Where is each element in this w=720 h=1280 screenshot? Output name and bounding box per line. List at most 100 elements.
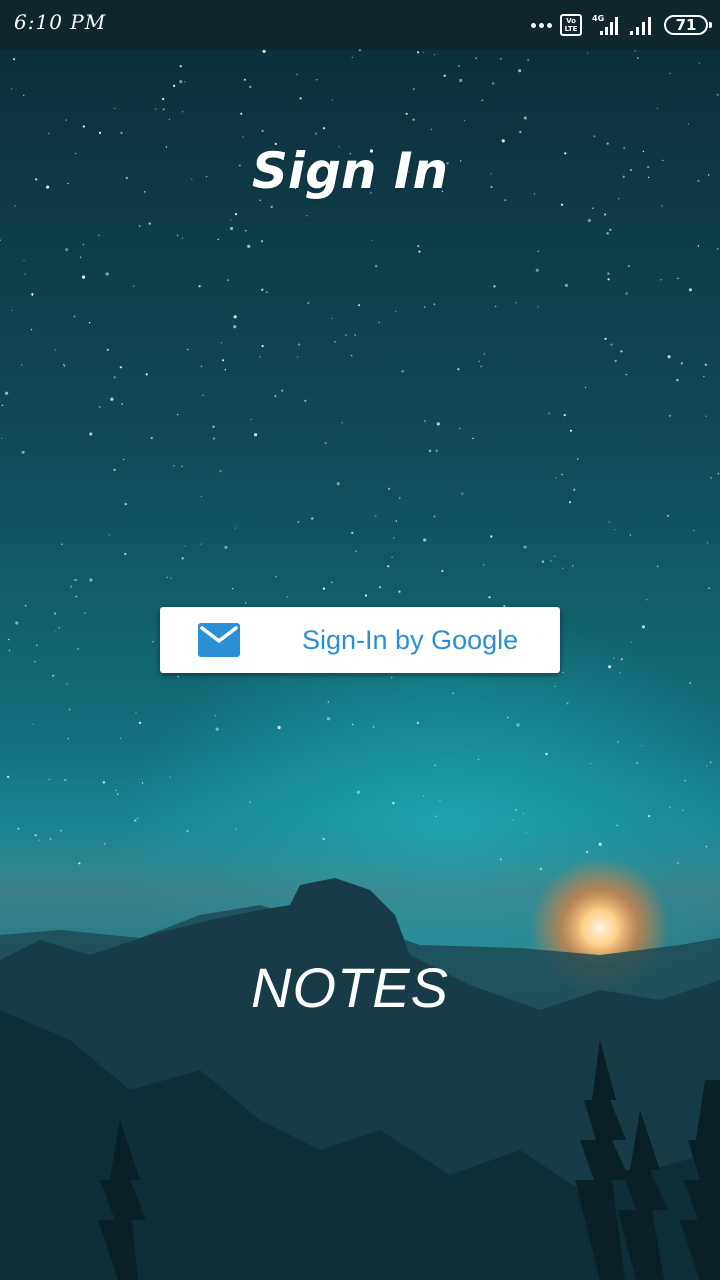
star xyxy=(434,764,436,766)
star xyxy=(235,828,237,830)
star xyxy=(77,648,79,650)
star xyxy=(669,72,671,75)
star xyxy=(229,226,234,231)
star xyxy=(117,793,119,795)
star xyxy=(493,285,496,288)
star xyxy=(371,239,373,242)
star xyxy=(152,641,154,643)
star xyxy=(119,366,122,369)
star xyxy=(430,128,433,131)
star xyxy=(613,657,615,659)
star xyxy=(378,321,380,324)
star xyxy=(619,672,621,674)
star xyxy=(399,497,401,499)
star xyxy=(53,612,57,615)
star xyxy=(115,789,117,792)
star xyxy=(240,112,243,115)
star xyxy=(234,213,238,216)
star xyxy=(7,775,10,778)
star xyxy=(212,437,215,440)
star xyxy=(82,125,85,128)
star xyxy=(667,355,671,359)
star xyxy=(499,858,502,861)
star xyxy=(98,234,100,237)
star xyxy=(345,334,347,336)
star xyxy=(336,482,340,486)
star xyxy=(170,577,172,579)
star xyxy=(475,57,477,59)
star xyxy=(98,131,102,134)
star xyxy=(523,116,527,120)
star xyxy=(331,317,333,319)
star xyxy=(629,534,632,536)
star xyxy=(512,819,515,821)
star xyxy=(539,867,542,871)
star xyxy=(717,248,719,250)
star xyxy=(645,599,648,601)
star xyxy=(391,556,393,558)
star xyxy=(187,348,189,351)
star xyxy=(113,468,116,471)
star xyxy=(281,389,284,392)
star xyxy=(132,285,135,287)
star xyxy=(316,79,318,81)
star xyxy=(428,449,432,452)
star xyxy=(24,605,27,607)
sign-in-google-button[interactable]: Sign-In by Google xyxy=(160,607,560,673)
star xyxy=(245,230,247,232)
star xyxy=(186,830,189,833)
star xyxy=(145,373,148,376)
star xyxy=(23,94,25,97)
star xyxy=(99,406,101,408)
star xyxy=(61,543,63,545)
star xyxy=(36,644,38,646)
star xyxy=(181,557,184,560)
star xyxy=(32,723,34,726)
star xyxy=(689,682,691,684)
star xyxy=(507,716,509,719)
star xyxy=(358,304,361,307)
star xyxy=(560,203,564,206)
star xyxy=(433,303,436,305)
mail-icon xyxy=(198,623,240,657)
star xyxy=(110,397,114,401)
star xyxy=(627,265,631,268)
page-title: Sign In xyxy=(251,142,449,200)
star xyxy=(697,245,700,247)
star xyxy=(518,69,522,73)
star xyxy=(705,765,708,767)
star xyxy=(480,365,482,368)
star xyxy=(224,369,226,371)
signal-strength-icon xyxy=(628,13,656,37)
star xyxy=(586,851,589,854)
star xyxy=(181,237,184,239)
star xyxy=(593,135,596,138)
star xyxy=(103,842,106,845)
star xyxy=(1,404,4,406)
star xyxy=(589,762,592,765)
sign-in-button-label: Sign-In by Google xyxy=(302,625,519,655)
star xyxy=(461,492,464,495)
star xyxy=(604,337,607,340)
star xyxy=(10,88,13,90)
star xyxy=(677,277,679,280)
star xyxy=(231,587,234,590)
star xyxy=(519,130,522,133)
star xyxy=(65,119,67,121)
star xyxy=(306,215,308,217)
star xyxy=(541,560,545,563)
star xyxy=(262,49,266,54)
star xyxy=(412,118,415,121)
star xyxy=(250,418,252,421)
star xyxy=(176,234,179,237)
star xyxy=(162,108,165,111)
star xyxy=(322,127,326,130)
star xyxy=(63,365,66,367)
star xyxy=(500,58,502,60)
star xyxy=(667,514,670,517)
star xyxy=(106,348,109,351)
star xyxy=(562,567,564,569)
star xyxy=(13,58,16,61)
star xyxy=(562,671,564,674)
star xyxy=(548,412,550,415)
